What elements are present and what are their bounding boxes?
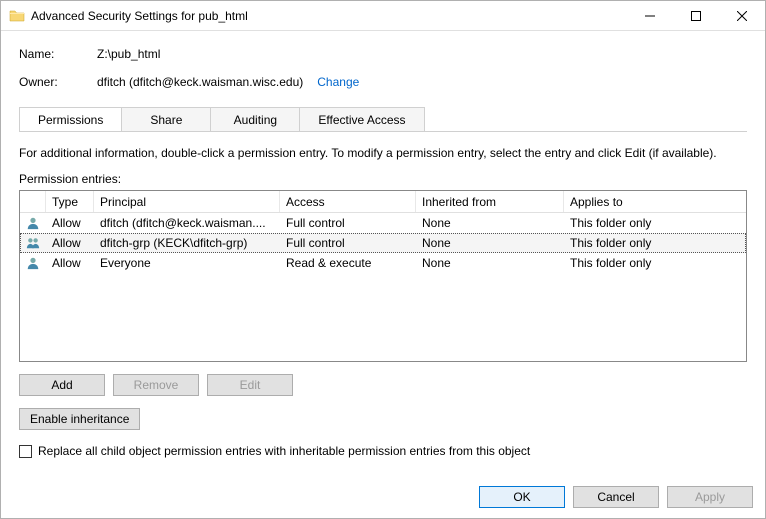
entry-buttons: Add Remove Edit [19, 374, 747, 396]
header-applies[interactable]: Applies to [564, 191, 746, 212]
group-icon [20, 233, 46, 253]
tab-share[interactable]: Share [121, 107, 211, 131]
owner-value: dfitch (dfitch@keck.waisman.wisc.edu) [97, 75, 303, 89]
window-controls [627, 1, 765, 30]
replace-children-checkbox[interactable] [19, 445, 32, 458]
owner-label: Owner: [19, 75, 97, 89]
tab-auditing[interactable]: Auditing [210, 107, 300, 131]
cell-inherited: None [416, 253, 564, 273]
header-inherited[interactable]: Inherited from [416, 191, 564, 212]
entries-label: Permission entries: [19, 172, 747, 186]
name-row: Name: Z:\pub_html [19, 43, 747, 65]
table-row[interactable]: Allowdfitch-grp (KECK\dfitch-grp)Full co… [20, 233, 746, 253]
user-icon [20, 253, 46, 273]
cell-type: Allow [46, 233, 94, 253]
cell-access: Full control [280, 233, 416, 253]
minimize-button[interactable] [627, 1, 673, 30]
header-principal[interactable]: Principal [94, 191, 280, 212]
table-header: Type Principal Access Inherited from App… [20, 191, 746, 213]
change-owner-link[interactable]: Change [317, 75, 359, 89]
replace-children-row: Replace all child object permission entr… [19, 444, 747, 458]
window-title: Advanced Security Settings for pub_html [31, 9, 627, 23]
tab-description: For additional information, double-click… [19, 146, 747, 160]
window: Advanced Security Settings for pub_html … [0, 0, 766, 519]
cell-inherited: None [416, 233, 564, 253]
cell-principal: dfitch (dfitch@keck.waisman.... [94, 213, 280, 233]
cell-type: Allow [46, 213, 94, 233]
inheritance-row: Enable inheritance [19, 408, 747, 430]
header-icon[interactable] [20, 191, 46, 212]
tab-strip: Permissions Share Auditing Effective Acc… [19, 107, 747, 131]
cell-applies: This folder only [564, 233, 746, 253]
replace-children-label[interactable]: Replace all child object permission entr… [38, 444, 530, 458]
folder-icon [9, 8, 25, 24]
content-area: Name: Z:\pub_html Owner: dfitch (dfitch@… [1, 31, 765, 478]
titlebar: Advanced Security Settings for pub_html [1, 1, 765, 31]
add-button[interactable]: Add [19, 374, 105, 396]
cell-applies: This folder only [564, 253, 746, 273]
name-label: Name: [19, 47, 97, 61]
table-row[interactable]: Allowdfitch (dfitch@keck.waisman....Full… [20, 213, 746, 233]
table-body: Allowdfitch (dfitch@keck.waisman....Full… [20, 213, 746, 361]
cell-inherited: None [416, 213, 564, 233]
tab-permissions[interactable]: Permissions [19, 107, 122, 131]
cell-principal: dfitch-grp (KECK\dfitch-grp) [94, 233, 280, 253]
dialog-footer: OK Cancel Apply [1, 478, 765, 518]
remove-button: Remove [113, 374, 199, 396]
owner-row: Owner: dfitch (dfitch@keck.waisman.wisc.… [19, 71, 747, 93]
tab-effective-access[interactable]: Effective Access [299, 107, 424, 131]
header-type[interactable]: Type [46, 191, 94, 212]
apply-button: Apply [667, 486, 753, 508]
cell-access: Read & execute [280, 253, 416, 273]
maximize-button[interactable] [673, 1, 719, 30]
cell-applies: This folder only [564, 213, 746, 233]
cancel-button[interactable]: Cancel [573, 486, 659, 508]
cell-access: Full control [280, 213, 416, 233]
tab-underline [19, 131, 747, 132]
ok-button[interactable]: OK [479, 486, 565, 508]
name-value: Z:\pub_html [97, 47, 160, 61]
cell-type: Allow [46, 253, 94, 273]
table-row[interactable]: AllowEveryoneRead & executeNoneThis fold… [20, 253, 746, 273]
close-button[interactable] [719, 1, 765, 30]
enable-inheritance-button[interactable]: Enable inheritance [19, 408, 140, 430]
user-icon [20, 213, 46, 233]
permission-entries-table: Type Principal Access Inherited from App… [19, 190, 747, 362]
edit-button: Edit [207, 374, 293, 396]
header-access[interactable]: Access [280, 191, 416, 212]
cell-principal: Everyone [94, 253, 280, 273]
